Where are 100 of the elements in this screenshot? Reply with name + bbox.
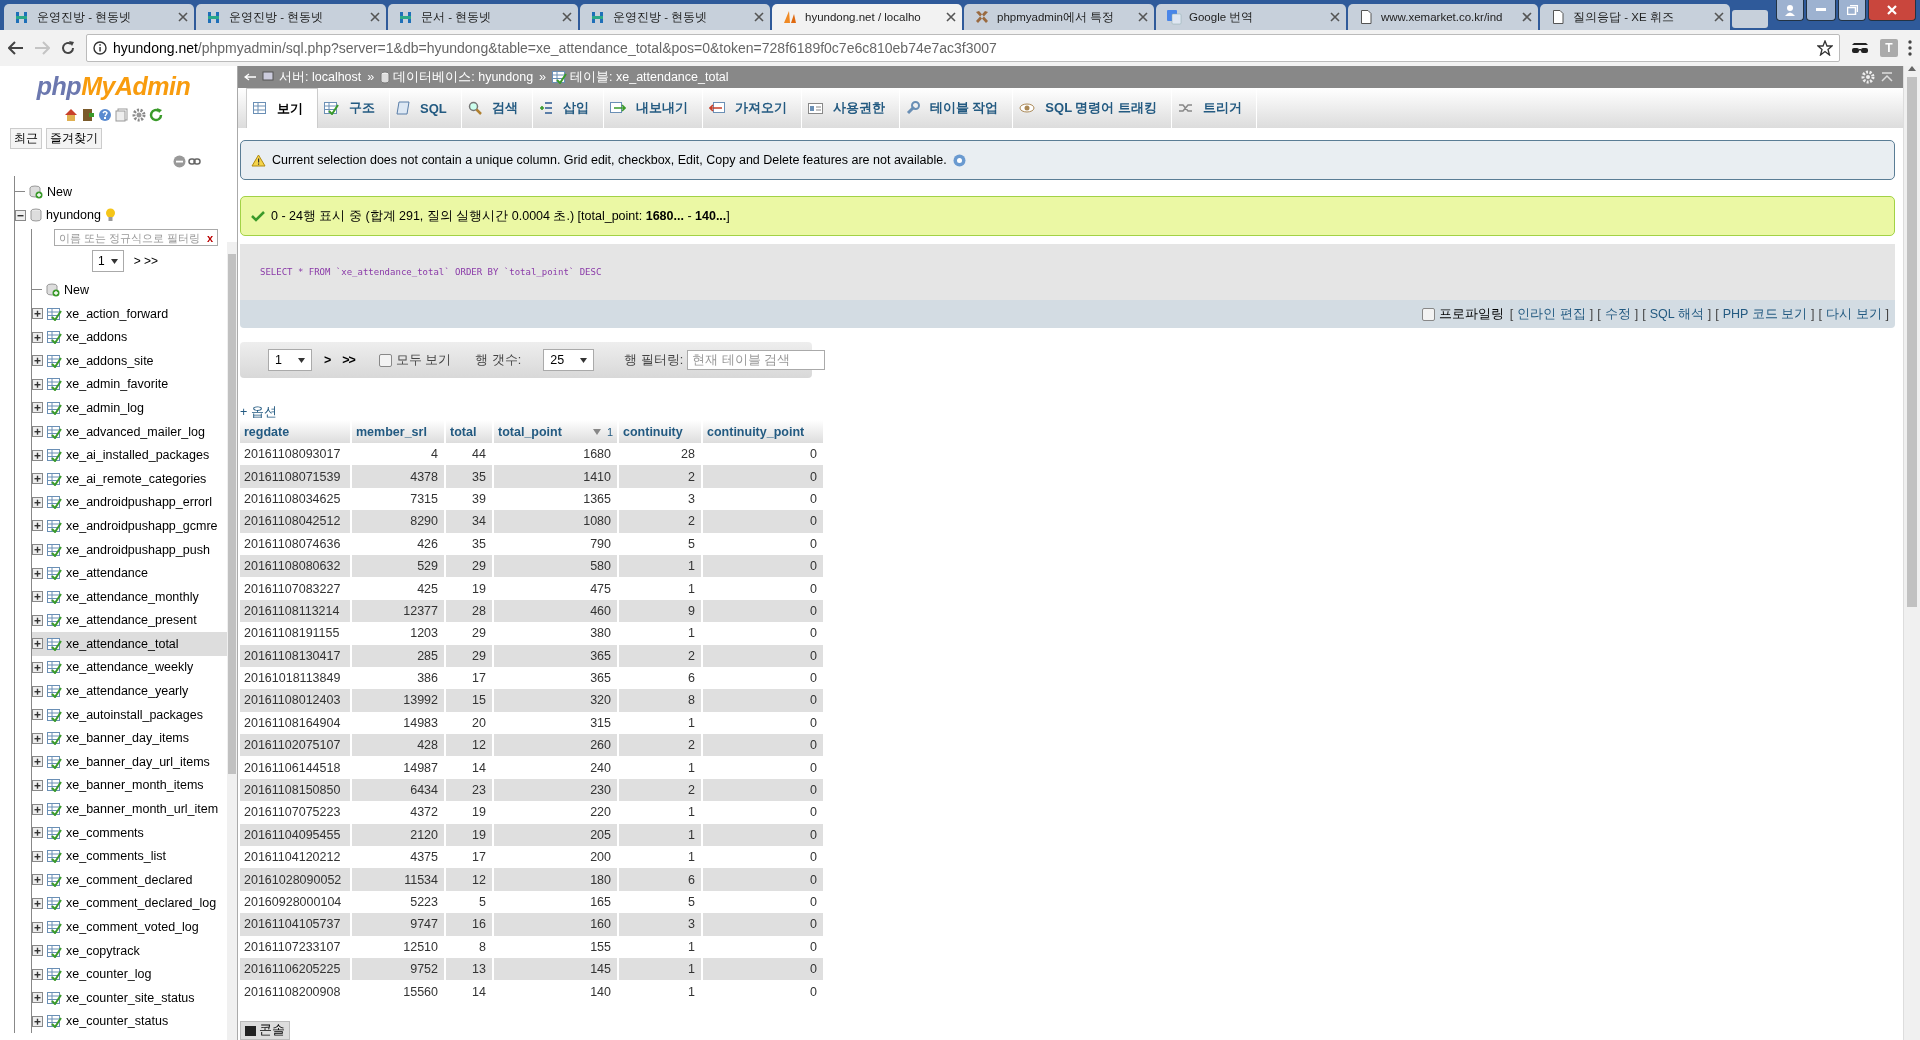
plus-box-icon[interactable] — [32, 331, 43, 343]
collapse-up-icon[interactable] — [1881, 72, 1893, 82]
page-nav-link[interactable]: > >> — [133, 254, 159, 269]
settings-icon[interactable] — [132, 108, 146, 122]
recent-button[interactable]: 최근 — [10, 128, 42, 149]
table-link[interactable]: xe_attendance_present — [66, 613, 197, 628]
plus-box-icon[interactable] — [32, 496, 43, 508]
table-link[interactable]: xe_admin_log — [66, 400, 144, 415]
table-link[interactable]: xe_attendance_weekly — [66, 660, 194, 675]
close-icon[interactable] — [1138, 12, 1148, 22]
logo[interactable]: phpMyAdmin — [0, 66, 227, 104]
table-icon[interactable] — [47, 920, 62, 934]
table-icon[interactable] — [47, 400, 62, 415]
table-link[interactable]: xe_banner_day_url_items — [66, 754, 210, 769]
table-icon[interactable] — [47, 825, 62, 840]
plus-box-icon[interactable] — [32, 614, 43, 626]
plus-box-icon[interactable] — [32, 732, 43, 744]
column-header[interactable]: regdate — [240, 420, 350, 443]
table-icon[interactable] — [47, 943, 62, 958]
page-select[interactable]: 1 — [92, 250, 124, 273]
column-header[interactable]: member_srl — [352, 420, 444, 443]
table-icon[interactable] — [47, 518, 62, 533]
plus-box-icon[interactable] — [32, 709, 43, 721]
checkbox[interactable] — [1421, 307, 1435, 321]
table-link[interactable]: xe_addons — [66, 330, 128, 345]
tab[interactable]: 보기 — [246, 88, 318, 128]
plus-box-icon[interactable] — [32, 685, 43, 697]
options-link[interactable]: + 옵션 — [240, 404, 277, 420]
table-link[interactable]: xe_attendance — [66, 566, 148, 581]
plus-box-icon[interactable] — [32, 850, 43, 862]
table-icon[interactable] — [47, 990, 62, 1005]
table-icon[interactable] — [47, 660, 62, 675]
table-icon[interactable] — [47, 566, 62, 581]
favorites-button[interactable]: 즐겨찾기 — [46, 128, 102, 149]
plus-box-icon[interactable] — [32, 992, 43, 1004]
minus-box-icon[interactable] — [15, 209, 26, 221]
tab[interactable]: 삽입 — [532, 88, 604, 128]
breadcrumb-link[interactable]: 테이블: xe_attendance_total — [570, 68, 729, 86]
table-link[interactable]: xe_comment_voted_log — [66, 920, 199, 934]
table-icon[interactable] — [47, 330, 62, 345]
address-field[interactable]: hyundong.net/phpmyadmin/sql.php?server=1&db=hyundong&table=xe_attendance_total&pos=0&token=728f6189f0c7e6c810eb74e7ac3f3007 — [86, 34, 1840, 62]
action-link[interactable]: SQL 해석 — [1649, 305, 1704, 323]
table-link[interactable]: xe_attendance_yearly — [66, 684, 189, 699]
plus-box-icon[interactable] — [32, 402, 43, 414]
minimize-button[interactable] — [1806, 0, 1836, 21]
rows-select[interactable]: 25 — [543, 349, 595, 371]
table-icon[interactable] — [47, 613, 62, 628]
checkbox[interactable] — [378, 353, 392, 367]
door-icon[interactable] — [81, 108, 95, 122]
tab[interactable]: 검색 — [461, 88, 533, 128]
plus-box-icon[interactable] — [32, 449, 43, 461]
table-icon[interactable] — [47, 542, 62, 557]
close-icon[interactable] — [754, 12, 764, 22]
table-link[interactable]: xe_admin_favorite — [66, 377, 169, 392]
table-icon[interactable] — [47, 377, 62, 392]
table-link[interactable]: xe_comments_list — [66, 849, 167, 864]
clear-filter-button[interactable]: x — [206, 231, 213, 244]
table-link[interactable]: xe_ai_remote_categories — [66, 471, 207, 486]
tab[interactable]: 테이블 작업 — [899, 88, 1014, 128]
tab[interactable]: SQL — [390, 88, 462, 128]
table-icon[interactable] — [47, 424, 62, 439]
glasses-icon[interactable] — [1850, 41, 1870, 55]
table-icon[interactable] — [47, 754, 62, 769]
browser-tab[interactable]: hyundong.net / localho — [772, 4, 962, 30]
table-icon[interactable] — [47, 707, 62, 722]
collapse-icon[interactable] — [173, 155, 186, 168]
table-link[interactable]: xe_androidpushapp_gcmre — [66, 518, 218, 533]
plus-box-icon[interactable] — [32, 945, 43, 957]
table-icon[interactable] — [47, 636, 62, 651]
profile-button[interactable] — [1776, 0, 1804, 21]
tab[interactable]: 트리거 — [1172, 88, 1258, 128]
table-link[interactable]: xe_comment_declared — [66, 872, 193, 887]
breadcrumb-link[interactable]: 서버: localhost — [279, 68, 362, 86]
plus-box-icon[interactable] — [32, 426, 43, 438]
breadcrumb-link[interactable]: 데이터베이스: hyundong — [393, 68, 534, 86]
table-link[interactable]: xe_counter_log — [66, 967, 152, 982]
plus-box-icon[interactable] — [32, 520, 43, 532]
plus-box-icon[interactable] — [32, 897, 43, 909]
plus-box-icon[interactable] — [32, 355, 43, 367]
column-header[interactable]: total — [446, 420, 492, 443]
plus-box-icon[interactable] — [32, 638, 43, 650]
table-link[interactable]: xe_counter_status — [66, 1014, 169, 1029]
action-link[interactable]: 인라인 편집 — [1517, 305, 1586, 323]
plus-box-icon[interactable] — [32, 591, 43, 603]
back-icon[interactable] — [8, 41, 24, 55]
browser-tab[interactable]: 운영진방 - 현동넷 — [196, 4, 386, 30]
plus-box-icon[interactable] — [32, 756, 43, 768]
help-icon[interactable] — [98, 108, 112, 122]
close-icon[interactable] — [1330, 12, 1340, 22]
table-icon[interactable] — [47, 471, 62, 486]
plus-box-icon[interactable] — [32, 1015, 43, 1027]
browser-tab[interactable]: 질의응답 - XE 휘즈 — [1540, 4, 1730, 30]
database-link[interactable]: hyundong — [46, 208, 101, 223]
browser-tab[interactable]: 운영진방 - 현동넷 — [4, 4, 194, 30]
tab[interactable]: 내보내기 — [603, 88, 703, 128]
filter-field[interactable]: 이름 또는 정규식으로 필터링 x — [54, 229, 218, 247]
close-icon[interactable] — [370, 12, 380, 22]
column-header[interactable]: continuity_point — [703, 420, 823, 443]
back-arrow-icon[interactable] — [244, 73, 256, 81]
table-icon[interactable] — [47, 1014, 62, 1029]
